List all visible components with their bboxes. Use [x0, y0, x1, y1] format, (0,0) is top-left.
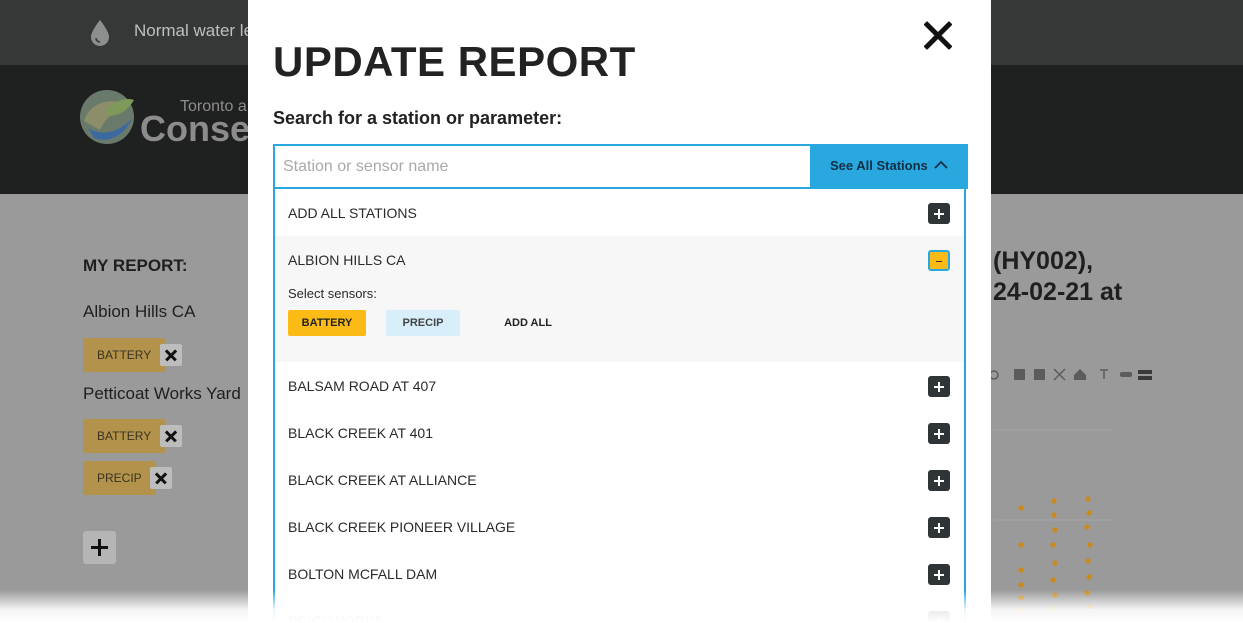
- chart-title: (HY002), 24-02-21 at: [993, 246, 1122, 308]
- close-icon[interactable]: [922, 20, 954, 52]
- list-item: BRICKWORKS: [275, 597, 964, 623]
- report-sensor-chip: PRECIP: [83, 461, 156, 495]
- list-item: ADD ALL STATIONS: [275, 189, 964, 236]
- station-name: ALBION HILLS CA: [288, 252, 406, 268]
- add-station-button[interactable]: [928, 376, 950, 397]
- chart-plot-area: [993, 429, 1113, 613]
- modal-title: UPDATE REPORT: [273, 38, 636, 85]
- add-all-sensors-button[interactable]: ADD ALL: [493, 310, 563, 336]
- add-station-button[interactable]: [928, 611, 950, 623]
- remove-sensor-icon[interactable]: [160, 344, 182, 366]
- report-sensor-chip: BATTERY: [83, 419, 166, 453]
- search-box: See All Stations: [273, 144, 968, 189]
- station-list: ADD ALL STATIONS ALBION HILLS CA Select …: [273, 189, 966, 623]
- add-station-button[interactable]: [928, 517, 950, 538]
- list-item: BALSAM ROAD AT 407: [275, 362, 964, 409]
- add-station-button[interactable]: [928, 423, 950, 444]
- see-all-stations-label: See All Stations: [830, 158, 928, 173]
- report-station: Albion Hills CA: [83, 302, 196, 321]
- see-all-stations-button[interactable]: See All Stations: [810, 144, 968, 189]
- sensor-chip-label: BATTERY: [97, 429, 152, 443]
- my-report-heading: MY REPORT:: [83, 256, 188, 275]
- collapse-station-button[interactable]: [928, 250, 950, 271]
- station-name: BRICKWORKS: [288, 613, 384, 623]
- select-sensors-label: Select sensors:: [288, 286, 377, 301]
- logo-icon: [80, 90, 134, 144]
- station-name: BLACK CREEK PIONEER VILLAGE: [288, 519, 516, 535]
- station-name: BOLTON MCFALL DAM: [288, 566, 438, 582]
- station-name: BLACK CREEK AT 401: [288, 425, 433, 441]
- chart-title-line: 24-02-21 at: [993, 278, 1123, 306]
- list-item: BLACK CREEK PIONEER VILLAGE: [275, 503, 964, 550]
- add-station-button[interactable]: [83, 531, 116, 564]
- chevron-up-icon: [934, 160, 948, 169]
- station-name: BLACK CREEK AT ALLIANCE: [288, 472, 477, 488]
- list-item-expanded: ALBION HILLS CA Select sensors: BATTERY …: [275, 236, 964, 362]
- report-station: Petticoat Works Yard: [83, 384, 241, 403]
- list-item: BLACK CREEK AT ALLIANCE: [275, 456, 964, 503]
- chart-toolbar: [989, 368, 1152, 381]
- add-station-button[interactable]: [928, 470, 950, 491]
- report-sensor-chip: BATTERY: [83, 338, 166, 372]
- chart-title-line: (HY002),: [993, 247, 1094, 275]
- sensor-chip-label: PRECIP: [97, 471, 142, 485]
- list-item: BLACK CREEK AT 401: [275, 409, 964, 456]
- add-all-stations-button[interactable]: [928, 203, 950, 224]
- search-input[interactable]: [275, 146, 810, 187]
- sensor-chip-battery[interactable]: BATTERY: [288, 310, 366, 336]
- list-item: BOLTON MCFALL DAM: [275, 550, 964, 597]
- remove-sensor-icon[interactable]: [160, 425, 182, 447]
- remove-sensor-icon[interactable]: [150, 467, 172, 489]
- add-all-stations-label: ADD ALL STATIONS: [288, 205, 417, 221]
- search-label: Search for a station or parameter:: [273, 108, 563, 128]
- alert-text: Normal water le: [134, 21, 254, 40]
- sensor-chip-label: BATTERY: [97, 348, 152, 362]
- station-name: BALSAM ROAD AT 407: [288, 378, 437, 394]
- water-drop-icon: [91, 20, 109, 46]
- update-report-modal: UPDATE REPORT Search for a station or pa…: [248, 0, 991, 623]
- add-station-button[interactable]: [928, 564, 950, 585]
- sensor-chip-precip[interactable]: PRECIP: [386, 310, 460, 336]
